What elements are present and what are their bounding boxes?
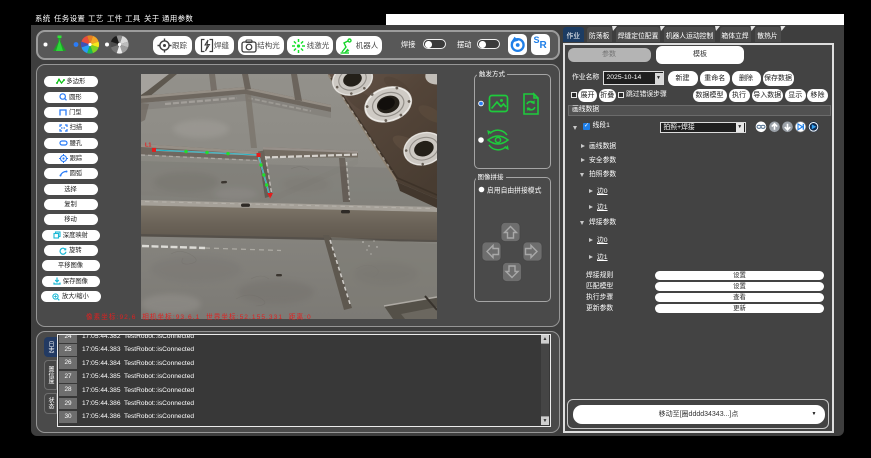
svg-text:L1: L1 bbox=[145, 143, 151, 149]
svg-text:启用自由拼接模式: 启用自由拼接模式 bbox=[487, 186, 542, 195]
